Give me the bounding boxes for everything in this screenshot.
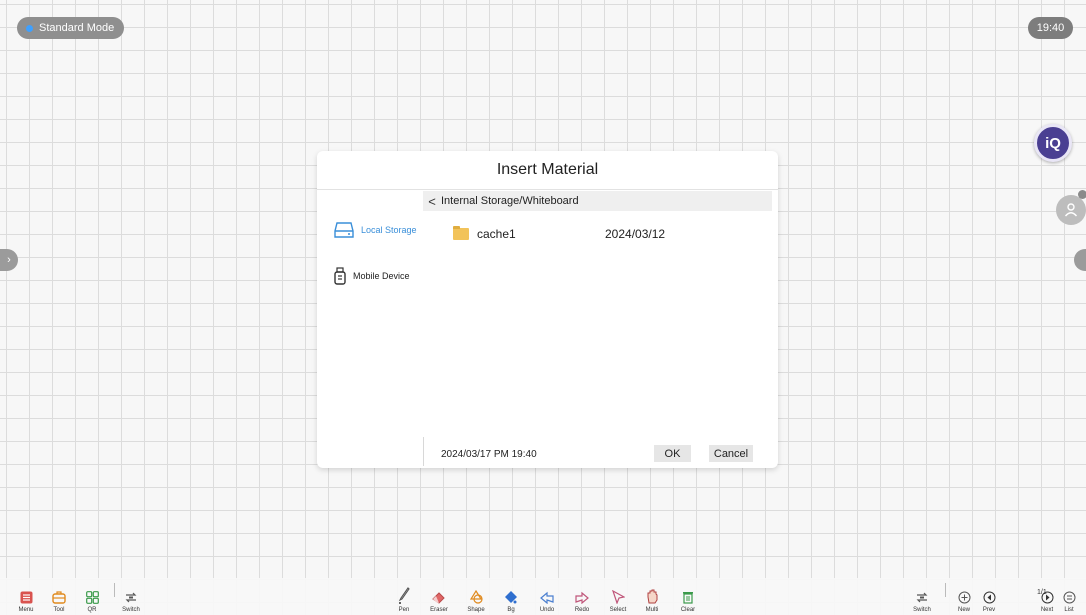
clock: 19:40 (1028, 17, 1073, 39)
switch-label: Switch (913, 607, 931, 613)
multi-button[interactable]: Multi (637, 586, 667, 613)
file-name: cache1 (477, 227, 516, 241)
pen-label: Pen (398, 607, 410, 613)
standard-mode-button[interactable]: Standard Mode (17, 17, 125, 39)
nav-local-storage-label: Local Storage (361, 225, 417, 235)
next-label: Next (1040, 607, 1054, 613)
mode-label: Standard Mode (39, 22, 115, 34)
shape-button[interactable]: Shape (461, 586, 491, 613)
undo-icon (540, 591, 554, 604)
new-label: New (957, 607, 970, 613)
iq-label: iQ (1045, 134, 1061, 152)
toolbar-separator (114, 583, 115, 597)
undo-button[interactable]: Undo (532, 586, 562, 613)
redo-button[interactable]: Redo (567, 586, 597, 613)
prev-label: Prev (982, 607, 996, 613)
menu-icon (20, 591, 32, 604)
user-icon (1064, 203, 1078, 217)
tool-label: Tool (53, 607, 65, 613)
dialog-divider (317, 189, 778, 190)
clear-label: Clear (680, 607, 696, 613)
undo-label: Undo (539, 607, 555, 613)
mode-status-dot (26, 24, 33, 32)
prev-circle-icon (983, 591, 995, 604)
switch-button-left[interactable]: Switch (116, 586, 146, 613)
list-circle-icon (1063, 591, 1075, 604)
right-side-tab[interactable] (1074, 249, 1086, 271)
plus-circle-icon (958, 591, 970, 604)
qr-button[interactable]: QR (77, 586, 107, 613)
footer-divider (423, 437, 424, 466)
back-chevron-icon[interactable]: < (423, 194, 441, 209)
select-cursor-icon (611, 590, 625, 604)
tool-button[interactable]: Tool (44, 586, 74, 613)
toolbox-icon (52, 591, 66, 604)
menu-label: Menu (18, 607, 34, 613)
nav-mobile-device[interactable]: Mobile Device (334, 267, 410, 285)
switch-icon (916, 592, 928, 603)
eraser-label: Eraser (430, 607, 448, 613)
switch-label: Switch (122, 607, 140, 613)
iq-assistant-button[interactable]: iQ (1034, 124, 1072, 162)
path-label: Internal Storage/Whiteboard (441, 195, 579, 207)
left-side-tab[interactable]: › (0, 249, 18, 271)
bg-label: Bg (507, 607, 515, 613)
pen-button[interactable]: Pen (389, 586, 419, 613)
chevron-right-icon: › (7, 254, 11, 266)
list-label: List (1064, 607, 1074, 613)
select-button[interactable]: Select (603, 586, 633, 613)
dialog-title: Insert Material (496, 161, 599, 178)
switch-icon (125, 592, 137, 603)
list-button[interactable]: List (1054, 586, 1084, 613)
shape-label: Shape (467, 607, 485, 613)
pen-icon (398, 587, 410, 604)
bottom-toolbar: Menu Tool QR Switch Pen Eraser Shape Bg … (0, 578, 1086, 615)
cancel-button[interactable]: Cancel (709, 445, 753, 462)
usb-drive-icon (334, 267, 346, 285)
qr-grid-icon (85, 591, 99, 604)
notification-badge (1078, 190, 1086, 199)
file-date: 2024/03/12 (605, 227, 666, 241)
nav-local-storage[interactable]: Local Storage (334, 221, 417, 239)
shape-icon (469, 590, 483, 604)
user-button[interactable] (1056, 195, 1086, 225)
multi-label: Multi (645, 607, 659, 613)
ok-button[interactable]: OK (654, 445, 691, 462)
qr-label: QR (87, 607, 97, 613)
nav-mobile-device-label: Mobile Device (353, 271, 410, 281)
redo-icon (575, 591, 589, 604)
clear-button[interactable]: Clear (673, 586, 703, 613)
next-circle-icon (1041, 591, 1053, 604)
switch-button-right[interactable]: Switch (907, 586, 937, 613)
toolbar-separator (945, 583, 946, 597)
prev-page-button[interactable]: Prev (974, 586, 1004, 613)
bg-fill-icon (505, 591, 517, 604)
folder-icon (453, 226, 469, 240)
path-bar: < Internal Storage/Whiteboard (423, 191, 772, 211)
eraser-icon (432, 592, 445, 604)
hard-drive-icon (334, 222, 354, 238)
redo-label: Redo (574, 607, 590, 613)
multi-touch-icon (647, 589, 657, 604)
eraser-button[interactable]: Eraser (424, 586, 454, 613)
insert-material-dialog: Insert Material < Internal Storage/White… (317, 151, 778, 468)
trash-icon (683, 592, 693, 604)
file-row[interactable]: cache1 2024/03/12 (453, 226, 666, 241)
footer-datetime: 2024/03/17 PM 19:40 (441, 449, 537, 460)
menu-button[interactable]: Menu (11, 586, 41, 613)
select-label: Select (609, 607, 627, 613)
bg-button[interactable]: Bg (496, 586, 526, 613)
